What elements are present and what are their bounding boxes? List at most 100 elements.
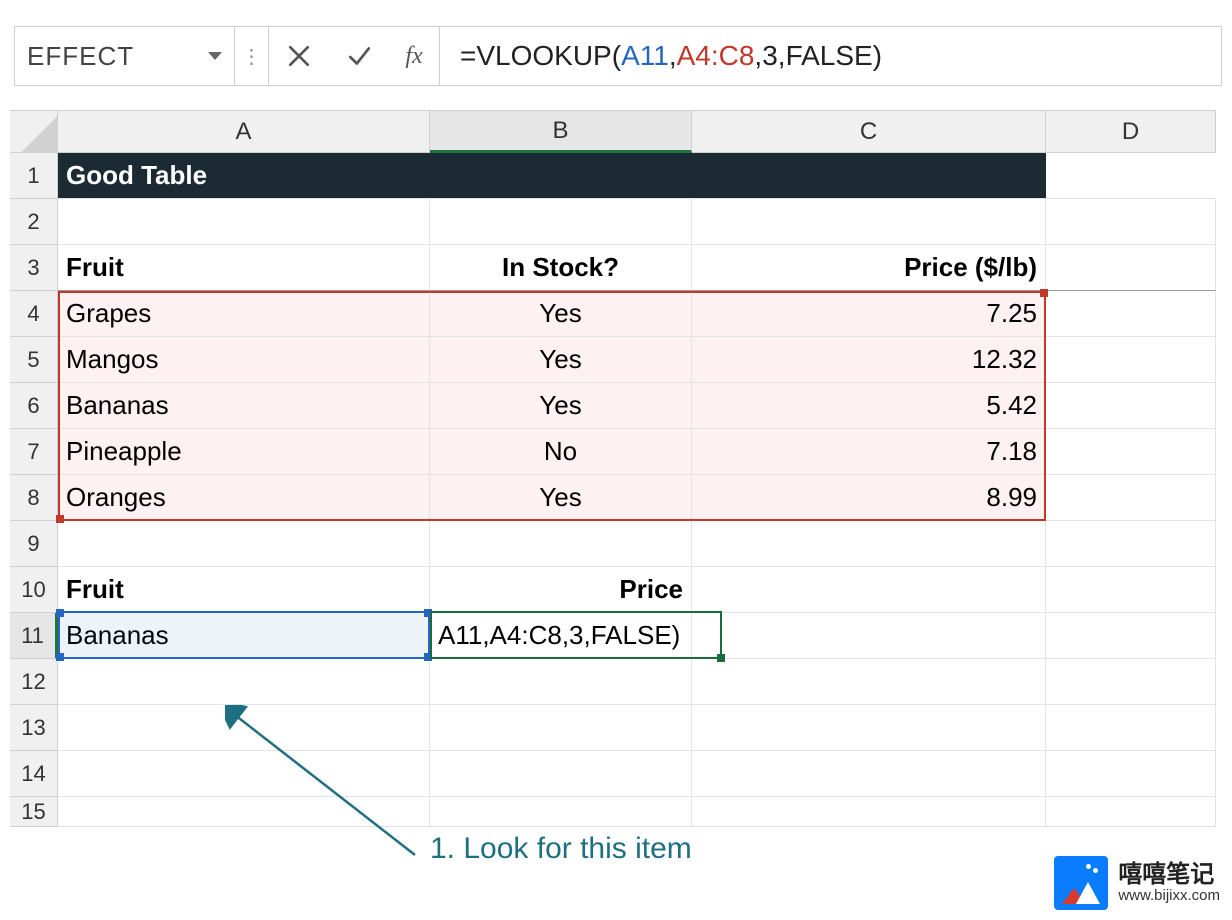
cell-D14[interactable] — [1046, 751, 1216, 797]
cell-text: Price ($/lb) — [904, 252, 1037, 283]
fx-label[interactable]: fx — [389, 43, 439, 70]
cell-D1[interactable] — [1046, 153, 1216, 199]
cell-C10[interactable] — [692, 567, 1046, 613]
cell-B14[interactable] — [430, 751, 692, 797]
cell-B8[interactable]: Yes — [430, 475, 692, 521]
cell-A4[interactable]: Grapes — [58, 291, 430, 337]
cell-D13[interactable] — [1046, 705, 1216, 751]
cancel-formula-button[interactable] — [269, 27, 329, 85]
cell-B9[interactable] — [430, 521, 692, 567]
row-header-3[interactable]: 3 — [10, 245, 58, 291]
col-label: C — [860, 118, 877, 146]
column-header-D[interactable]: D — [1046, 111, 1216, 153]
row-header-2[interactable]: 2 — [10, 199, 58, 245]
row-2: 2 — [10, 199, 1216, 245]
watermark-logo-icon — [1054, 856, 1108, 910]
column-headers: A B C D — [10, 111, 1216, 153]
row-label: 12 — [21, 669, 45, 695]
cell-D12[interactable] — [1046, 659, 1216, 705]
cell-A6[interactable]: Bananas — [58, 383, 430, 429]
row-14: 14 — [10, 751, 1216, 797]
row-11: 11 Bananas A11,A4:C8,3,FALSE) — [10, 613, 1216, 659]
cell-B3[interactable]: In Stock? — [430, 245, 692, 291]
cell-C11[interactable] — [692, 613, 1046, 659]
row-header-7[interactable]: 7 — [10, 429, 58, 475]
cell-B13[interactable] — [430, 705, 692, 751]
column-header-B[interactable]: B — [430, 111, 692, 153]
cell-C7[interactable]: 7.18 — [692, 429, 1046, 475]
cell-C9[interactable] — [692, 521, 1046, 567]
select-all-corner[interactable] — [10, 111, 58, 153]
cell-D7[interactable] — [1046, 429, 1216, 475]
cell-A12[interactable] — [58, 659, 430, 705]
chevron-down-icon[interactable] — [208, 52, 222, 60]
cell-A1[interactable]: Good Table — [58, 153, 1046, 199]
cell-D11[interactable] — [1046, 613, 1216, 659]
cell-A8[interactable]: Oranges — [58, 475, 430, 521]
cell-C6[interactable]: 5.42 — [692, 383, 1046, 429]
cell-B7[interactable]: No — [430, 429, 692, 475]
cell-C4[interactable]: 7.25 — [692, 291, 1046, 337]
formula-bar-drag-icon[interactable]: ⋮ — [235, 27, 269, 85]
cell-A14[interactable] — [58, 751, 430, 797]
row-header-10[interactable]: 10 — [10, 567, 58, 613]
cell-D8[interactable] — [1046, 475, 1216, 521]
row-header-5[interactable]: 5 — [10, 337, 58, 383]
cell-D3[interactable] — [1046, 245, 1216, 291]
row-header-1[interactable]: 1 — [10, 153, 58, 199]
row-header-15[interactable]: 15 — [10, 797, 58, 827]
cell-D9[interactable] — [1046, 521, 1216, 567]
cell-A15[interactable] — [58, 797, 430, 827]
formula-comma2: , — [754, 40, 762, 72]
cell-C14[interactable] — [692, 751, 1046, 797]
column-header-A[interactable]: A — [58, 111, 430, 153]
cell-C8[interactable]: 8.99 — [692, 475, 1046, 521]
cell-C3[interactable]: Price ($/lb) — [692, 245, 1046, 291]
enter-formula-button[interactable] — [329, 27, 389, 85]
row-header-6[interactable]: 6 — [10, 383, 58, 429]
row-header-13[interactable]: 13 — [10, 705, 58, 751]
cell-C13[interactable] — [692, 705, 1046, 751]
row-header-12[interactable]: 12 — [10, 659, 58, 705]
cell-D2[interactable] — [1046, 199, 1216, 245]
formula-comma1: , — [669, 40, 677, 72]
column-header-C[interactable]: C — [692, 111, 1046, 153]
cell-A11[interactable]: Bananas — [58, 613, 430, 659]
formula-input[interactable]: =VLOOKUP(A11,A4:C8,3,FALSE) — [439, 27, 1221, 85]
cell-B15[interactable] — [430, 797, 692, 827]
cell-D6[interactable] — [1046, 383, 1216, 429]
cell-A5[interactable]: Mangos — [58, 337, 430, 383]
cell-B12[interactable] — [430, 659, 692, 705]
row-label: 13 — [21, 715, 45, 741]
cell-C5[interactable]: 12.32 — [692, 337, 1046, 383]
cell-A3[interactable]: Fruit — [58, 245, 430, 291]
row-header-14[interactable]: 14 — [10, 751, 58, 797]
cell-D10[interactable] — [1046, 567, 1216, 613]
cell-A9[interactable] — [58, 521, 430, 567]
cell-B5[interactable]: Yes — [430, 337, 692, 383]
cell-D4[interactable] — [1046, 291, 1216, 337]
cell-B4[interactable]: Yes — [430, 291, 692, 337]
cell-C12[interactable] — [692, 659, 1046, 705]
cell-B10[interactable]: Price — [430, 567, 692, 613]
cell-A10[interactable]: Fruit — [58, 567, 430, 613]
row-header-4[interactable]: 4 — [10, 291, 58, 337]
cell-B11[interactable]: A11,A4:C8,3,FALSE) — [430, 613, 692, 659]
cell-A13[interactable] — [58, 705, 430, 751]
cell-text: Mangos — [66, 344, 159, 375]
row-header-11[interactable]: 11 — [10, 613, 58, 659]
row-header-8[interactable]: 8 — [10, 475, 58, 521]
cell-A2[interactable] — [58, 199, 430, 245]
formula-arg3: 3 — [762, 40, 778, 72]
cell-D5[interactable] — [1046, 337, 1216, 383]
name-box[interactable]: EFFECT — [15, 27, 235, 85]
row-header-9[interactable]: 9 — [10, 521, 58, 567]
cell-C15[interactable] — [692, 797, 1046, 827]
cell-C2[interactable] — [692, 199, 1046, 245]
watermark: 嘻嘻笔记 www.bijixx.com — [1054, 856, 1220, 910]
annotation-text: 1. Look for this item — [430, 832, 692, 866]
cell-A7[interactable]: Pineapple — [58, 429, 430, 475]
cell-D15[interactable] — [1046, 797, 1216, 827]
cell-B6[interactable]: Yes — [430, 383, 692, 429]
cell-B2[interactable] — [430, 199, 692, 245]
